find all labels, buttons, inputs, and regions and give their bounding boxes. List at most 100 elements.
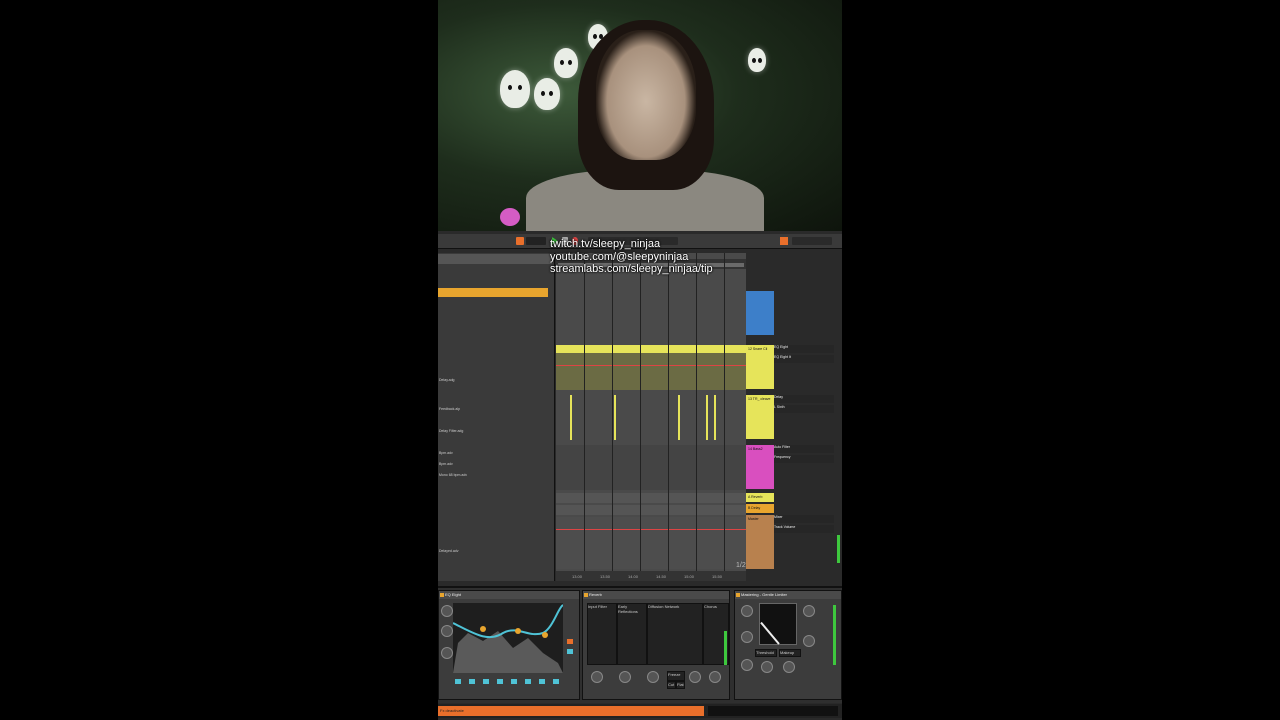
- release-knob[interactable]: [741, 631, 753, 643]
- track-device-select[interactable]: Mixer: [774, 515, 834, 523]
- eq-curve-display[interactable]: [452, 603, 564, 673]
- reverb-input-filter[interactable]: Input Filter: [587, 603, 617, 665]
- eq-freq-knob[interactable]: [441, 625, 453, 637]
- vu-meter: [759, 603, 797, 645]
- tempo-field[interactable]: [526, 237, 546, 245]
- browser-item[interactable]: Mono 68 bpm.adv: [439, 473, 467, 477]
- section-label: Diffusion Network: [648, 604, 680, 609]
- time-label: 13.00: [572, 574, 583, 579]
- eq-scale-button[interactable]: [567, 649, 573, 654]
- device-chain: EQ Eight Reverb Input Filter Early Refle…: [438, 586, 842, 703]
- eq-adapt-q-button[interactable]: [567, 639, 573, 644]
- reverb-decay-knob[interactable]: [647, 671, 659, 683]
- reverb-shape-knob[interactable]: [619, 671, 631, 683]
- status-controls[interactable]: [708, 706, 838, 716]
- status-bar: Fx deactivate: [438, 704, 842, 718]
- track-controls: Delay L Sixth: [774, 395, 834, 415]
- status-message: Fx deactivate: [438, 706, 704, 716]
- twitch-link-text: twitch.tv/sleepy_ninjaa: [550, 238, 661, 250]
- browser-item[interactable]: Delay.adg: [439, 378, 455, 382]
- eq-band-5-button[interactable]: [511, 679, 517, 684]
- track-name: 14 Bass2: [748, 447, 763, 451]
- track-device-select[interactable]: EQ Eight: [774, 345, 834, 353]
- reverb-early-reflections[interactable]: Early Reflections: [617, 603, 647, 665]
- track-param-select[interactable]: EQ Eight It: [774, 355, 834, 363]
- streamlabs-link-text: streamlabs.com/sleepy_ninjaa/tip: [550, 263, 713, 275]
- track-param-select[interactable]: Frequency: [774, 455, 834, 463]
- ratio-knob[interactable]: [741, 659, 753, 671]
- ableton-window: Delay.adg Feedback.alp Delay Filter.adg …: [438, 231, 842, 720]
- threshold-label: Threshold: [755, 649, 777, 657]
- time-label: 15.00: [684, 574, 695, 579]
- browser-panel: Delay.adg Feedback.alp Delay Filter.adg …: [438, 253, 555, 581]
- timeline-ruler[interactable]: 13.00 13.50 14.00 14.50 15.00 15.50: [556, 571, 746, 581]
- track-header[interactable]: 12 Snare Cli: [746, 345, 774, 389]
- reverb-diffusion-network[interactable]: Diffusion Network: [647, 603, 703, 665]
- eq-band-7-button[interactable]: [539, 679, 545, 684]
- track-controls: EQ Eight EQ Eight It: [774, 345, 834, 365]
- master-track-header[interactable]: Master: [746, 515, 774, 569]
- reverb-predelay-knob[interactable]: [591, 671, 603, 683]
- streamer: [526, 20, 764, 231]
- reverb-density-knob[interactable]: [709, 671, 721, 683]
- master-level-meter: [837, 535, 840, 563]
- range-knob[interactable]: [803, 605, 815, 617]
- threshold-knob[interactable]: [761, 661, 773, 673]
- tempo-button[interactable]: [516, 237, 524, 245]
- reverb-freeze-button[interactable]: Freeze: [667, 671, 685, 681]
- time-label: 14.00: [628, 574, 639, 579]
- dry-wet-knob[interactable]: [803, 635, 815, 647]
- flower-decoration: [500, 208, 520, 226]
- track-name: 12 Snare Cli: [748, 347, 768, 351]
- cpu-meter: [792, 237, 832, 245]
- track-name: 13 TR_ cleave: [748, 397, 771, 401]
- makeup-label: Makeup: [779, 649, 801, 657]
- eq-eight-device[interactable]: EQ Eight: [438, 590, 580, 700]
- eq-band-1-button[interactable]: [455, 679, 461, 684]
- eq-band-2-button[interactable]: [469, 679, 475, 684]
- eq-band-8-button[interactable]: [553, 679, 559, 684]
- device-title: EQ Eight: [439, 591, 579, 599]
- webcam-feed: [438, 0, 842, 231]
- eq-q-knob[interactable]: [441, 647, 453, 659]
- page-indicator: 1/2: [736, 562, 746, 569]
- track-device-select[interactable]: Delay: [774, 395, 834, 403]
- browser-item[interactable]: Delayed.adv: [439, 549, 458, 553]
- track-param-select[interactable]: Track Volume: [774, 525, 834, 533]
- track-header-blue[interactable]: [746, 291, 774, 335]
- browser-item[interactable]: Bpm.adv: [439, 462, 453, 466]
- makeup-knob[interactable]: [783, 661, 795, 673]
- reverb-flat-button[interactable]: Flat: [676, 681, 685, 689]
- eq-band-4-button[interactable]: [497, 679, 503, 684]
- glue-compressor-device[interactable]: Mastering - Gentle Limiter Threshold Mak…: [734, 590, 842, 700]
- reverb-device[interactable]: Reverb Input Filter Early Reflections Di…: [582, 590, 730, 700]
- section-label: Chorus: [704, 604, 717, 609]
- reverb-output-meter: [724, 631, 727, 665]
- eq-gain-knob[interactable]: [441, 605, 453, 617]
- track-controls: Auto Filter Frequency: [774, 445, 834, 465]
- key-map-button[interactable]: [780, 237, 788, 245]
- vu-needle: [760, 621, 780, 645]
- stream-links-overlay: twitch.tv/sleepy_ninjaa youtube.com/@sle…: [550, 238, 713, 276]
- return-track-header[interactable]: A Reverb: [746, 493, 774, 502]
- browser-item[interactable]: Delay Filter.adg: [439, 429, 463, 433]
- video-frame: twitch.tv/sleepy_ninjaa youtube.com/@sle…: [438, 0, 842, 720]
- reverb-stereo-knob[interactable]: [689, 671, 701, 683]
- track-device-select[interactable]: Auto Filter: [774, 445, 834, 453]
- section-label: Early Reflections: [618, 604, 638, 614]
- arrangement-view[interactable]: 13.00 13.50 14.00 14.50 15.00 15.50: [556, 253, 746, 581]
- attack-knob[interactable]: [741, 605, 753, 617]
- eq-band-3-button[interactable]: [483, 679, 489, 684]
- eq-band-6-button[interactable]: [525, 679, 531, 684]
- track-param-select[interactable]: L Sixth: [774, 405, 834, 413]
- return-track-header[interactable]: B Delay: [746, 504, 774, 513]
- reverb-cut-button[interactable]: Cut: [667, 681, 676, 689]
- track-name: Master: [748, 517, 759, 521]
- track-controls: Mixer Track Volume: [774, 515, 834, 535]
- track-header[interactable]: 14 Bass2: [746, 445, 774, 489]
- browser-search-input[interactable]: [438, 254, 552, 264]
- browser-selected-item[interactable]: [438, 288, 548, 297]
- track-header[interactable]: 13 TR_ cleave: [746, 395, 774, 439]
- browser-item[interactable]: Bpm.adv: [439, 451, 453, 455]
- browser-item[interactable]: Feedback.alp: [439, 407, 460, 411]
